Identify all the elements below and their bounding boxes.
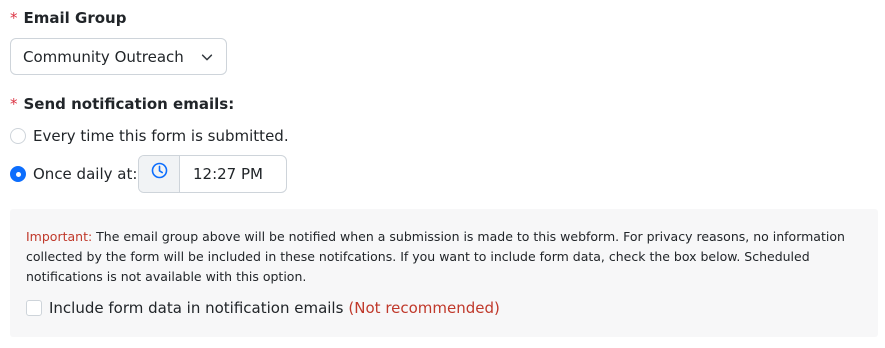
radio-once-daily-label: Once daily at:: [33, 165, 138, 183]
include-form-data-label: Include form data in notification emails: [49, 299, 344, 317]
email-group-label-text: Email Group: [23, 9, 127, 27]
send-notification-label-text: Send notification emails:: [23, 95, 235, 113]
privacy-notice-panel: Important: The email group above will be…: [10, 209, 878, 337]
privacy-notice-text: Important: The email group above will be…: [26, 227, 866, 287]
time-addon[interactable]: [139, 156, 180, 192]
include-form-data-checkbox[interactable]: [26, 300, 42, 316]
not-recommended-label: (Not recommended): [348, 299, 500, 317]
required-mark: *: [10, 95, 18, 113]
radio-once-daily-input[interactable]: [10, 166, 26, 182]
radio-once-daily[interactable]: Once daily at:: [10, 165, 137, 183]
include-form-data-option[interactable]: Include form data in notification emails…: [26, 299, 500, 317]
notice-body: The email group above will be notified w…: [26, 229, 845, 284]
email-group-label: * Email Group: [10, 9, 126, 27]
email-group-selected-value: Community Outreach: [23, 47, 184, 66]
chevron-down-icon: [201, 54, 213, 61]
send-notification-label: * Send notification emails:: [10, 95, 234, 113]
time-input[interactable]: 12:27 PM: [180, 156, 263, 192]
clock-icon: [151, 162, 167, 179]
radio-every-submission-label: Every time this form is submitted.: [33, 127, 289, 145]
required-mark: *: [10, 9, 18, 27]
important-label: Important:: [26, 229, 93, 244]
radio-every-submission-input[interactable]: [10, 128, 26, 144]
radio-every-submission[interactable]: Every time this form is submitted.: [10, 127, 289, 145]
email-group-select[interactable]: Community Outreach: [10, 38, 227, 75]
daily-time-picker[interactable]: 12:27 PM: [138, 155, 287, 193]
